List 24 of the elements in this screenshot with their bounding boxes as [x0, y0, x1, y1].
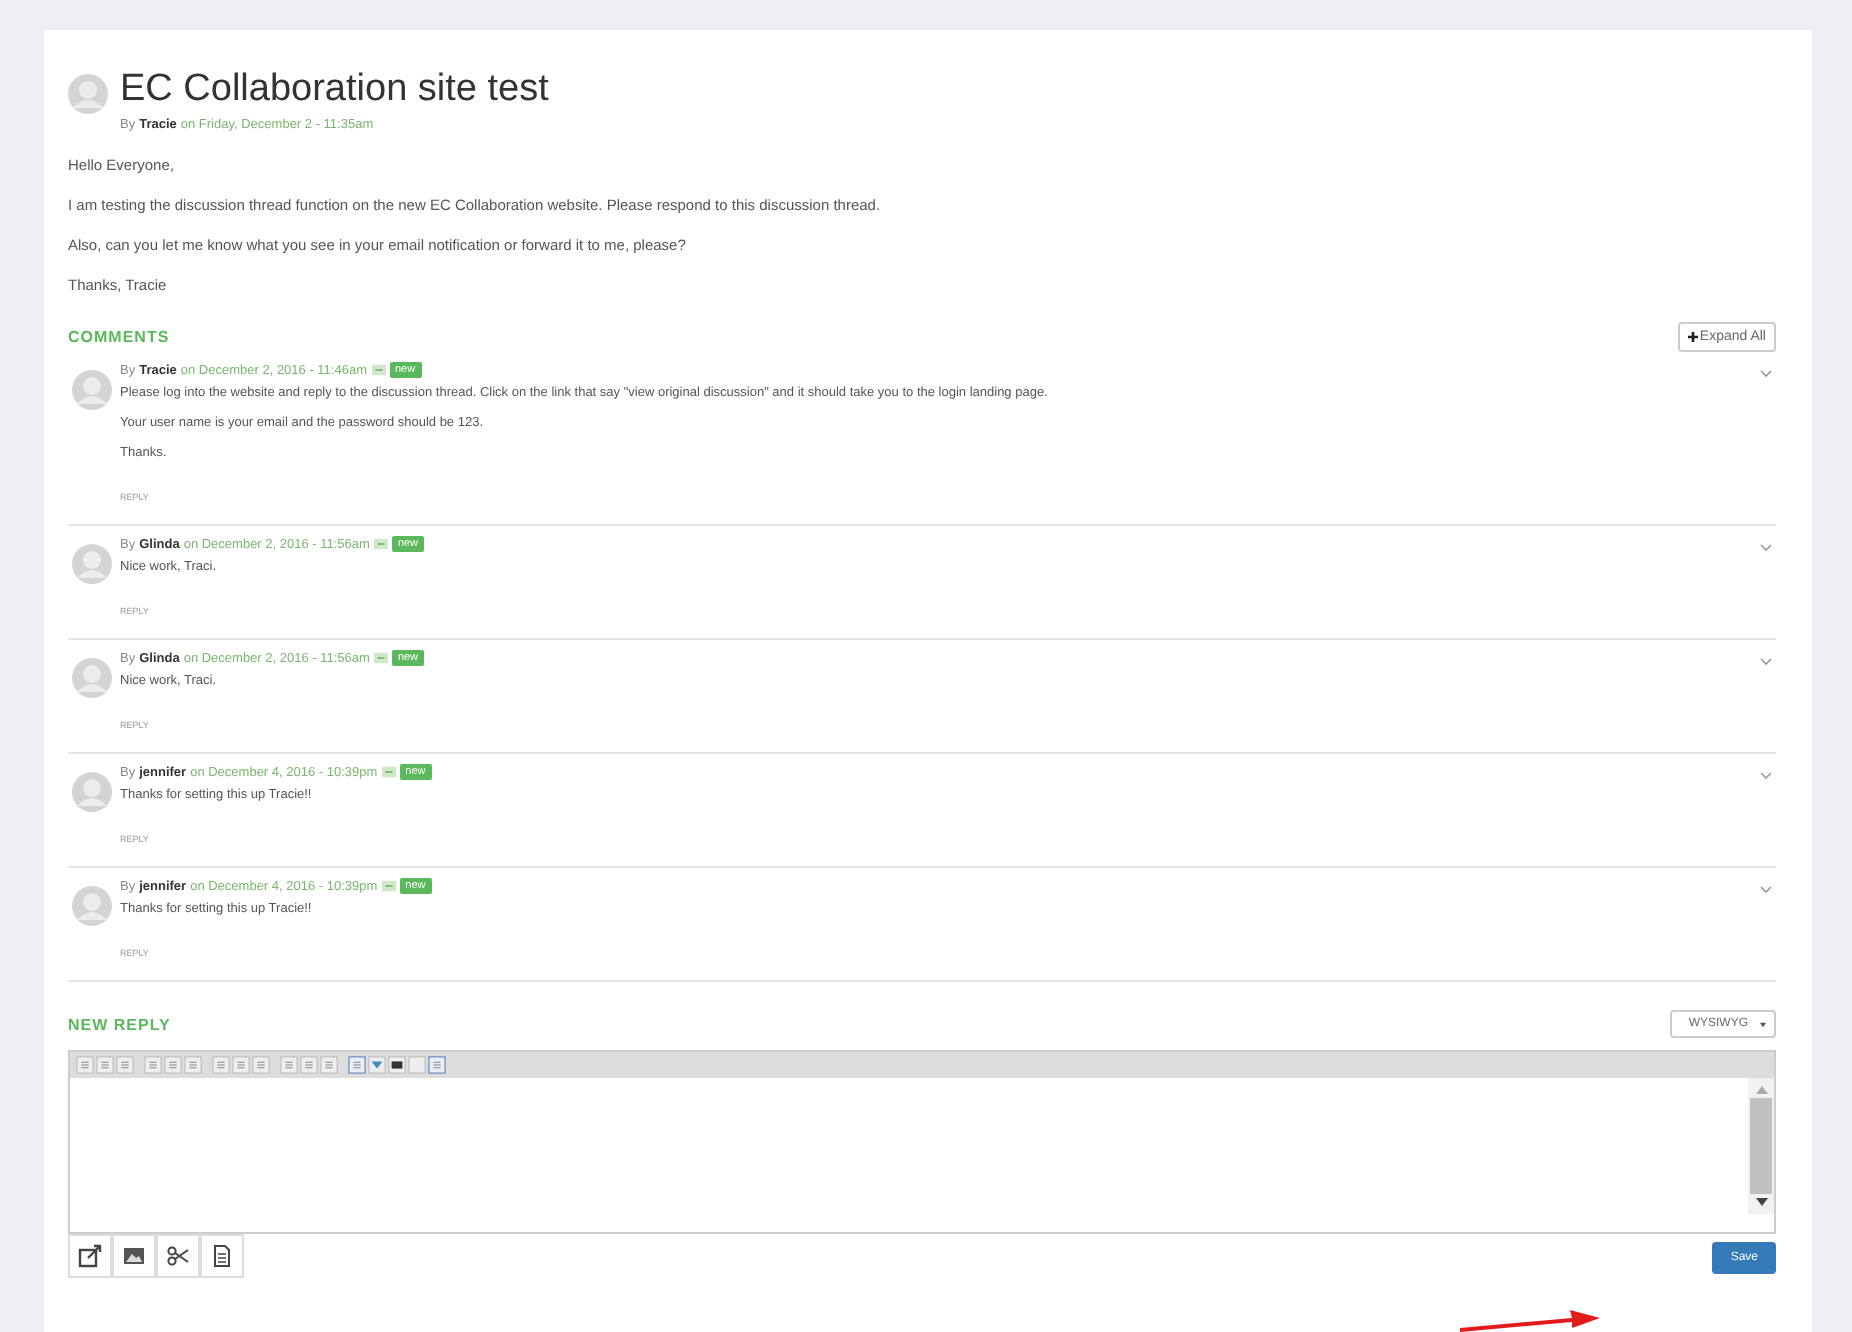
image-icon[interactable] [112, 1234, 156, 1278]
post-title: EC Collaboration site test [120, 66, 549, 114]
external-link-icon[interactable] [68, 1234, 112, 1278]
avatar-icon [72, 658, 112, 698]
avatar-icon [72, 370, 112, 410]
scroll-up-icon[interactable] [1755, 1086, 1767, 1094]
chevron-down-icon[interactable] [1760, 886, 1772, 894]
comments-heading: COMMENTS [68, 328, 170, 346]
arrow-icon [1460, 1310, 1600, 1332]
chevron-down-icon[interactable] [1760, 370, 1772, 378]
avatar-icon [68, 74, 108, 114]
plus-icon [1687, 332, 1698, 342]
avatar-icon [72, 886, 112, 926]
avatar-icon [72, 544, 112, 584]
new-reply-heading: NEW REPLY [68, 1015, 171, 1033]
scissors-icon[interactable] [156, 1234, 200, 1278]
document-icon[interactable] [200, 1234, 244, 1278]
chevron-down-icon[interactable] [1760, 772, 1772, 780]
chevron-down-icon[interactable] [1760, 658, 1772, 666]
avatar-icon [72, 772, 112, 812]
chevron-down-icon[interactable] [1760, 544, 1772, 552]
scrollbar[interactable] [1748, 1078, 1774, 1214]
scroll-down-icon[interactable] [1755, 1198, 1767, 1206]
caret-icon [1760, 1021, 1766, 1027]
